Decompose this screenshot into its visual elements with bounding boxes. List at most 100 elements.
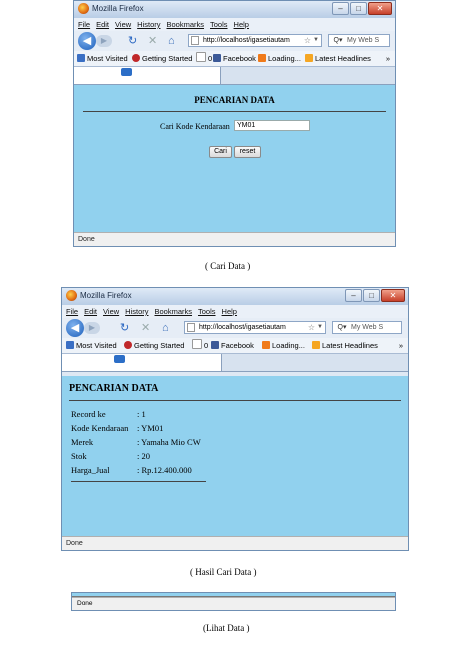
- status-bar: Done: [72, 597, 395, 610]
- record-value: : Yamaha Mio CW: [137, 437, 201, 447]
- maximize-icon[interactable]: □: [363, 289, 380, 302]
- bookmark-facebook[interactable]: Facebook: [213, 51, 256, 66]
- bookmark-label: 0: [204, 341, 209, 350]
- tab-active[interactable]: [62, 354, 222, 371]
- divider: [83, 111, 386, 112]
- minimize-icon[interactable]: –: [332, 2, 349, 15]
- menu-help[interactable]: Help: [234, 18, 249, 31]
- chevron-down-icon[interactable]: ▼: [317, 322, 323, 333]
- menu-edit[interactable]: Edit: [96, 18, 109, 31]
- maximize-icon[interactable]: □: [350, 2, 367, 15]
- bookmarks-toolbar: Most Visited Getting Started 0 Facebook …: [62, 338, 408, 354]
- menu-view[interactable]: View: [115, 18, 131, 31]
- divider: [71, 481, 206, 482]
- search-placeholder: My Web S: [347, 37, 380, 44]
- bookmark-getting-started[interactable]: Getting Started: [132, 51, 192, 66]
- record-value: : 1: [137, 409, 146, 419]
- page-icon: [196, 52, 206, 62]
- kode-kendaraan-label: Cari Kode Kendaraan: [160, 122, 230, 131]
- bookmark-page[interactable]: 0: [192, 338, 208, 353]
- back-arrow-icon[interactable]: ◀: [66, 319, 84, 337]
- divider: [69, 400, 401, 401]
- page-title: PENCARIAN DATA: [194, 95, 275, 105]
- stop-icon[interactable]: ✕: [148, 34, 157, 48]
- back-arrow-icon[interactable]: ◀: [78, 32, 96, 50]
- most-visited-icon: [77, 54, 85, 62]
- firefox-logo-icon: [78, 3, 89, 14]
- reload-icon[interactable]: ↻: [120, 321, 129, 335]
- bookmark-loading[interactable]: Loading...: [262, 338, 305, 353]
- reset-button[interactable]: reset: [234, 146, 261, 158]
- search-engine-icon[interactable]: Q▾: [329, 35, 347, 46]
- bookmark-label: Loading...: [272, 341, 305, 350]
- menu-bookmarks[interactable]: Bookmarks: [167, 18, 205, 31]
- status-bar: Done: [62, 536, 408, 550]
- menu-file[interactable]: File: [66, 305, 78, 318]
- reload-icon[interactable]: ↻: [128, 34, 137, 48]
- bookmark-latest-headlines[interactable]: Latest Headlines: [305, 51, 371, 66]
- menu-history[interactable]: History: [125, 305, 148, 318]
- cari-button[interactable]: Cari: [209, 146, 232, 158]
- getting-started-icon: [132, 54, 140, 62]
- bookmark-latest-headlines[interactable]: Latest Headlines: [312, 338, 378, 353]
- window-controls: – □ ✕: [332, 2, 392, 15]
- record-label: Merek: [71, 437, 94, 447]
- title-bar: Mozilla Firefox – □ ✕: [74, 1, 395, 19]
- window-title: Mozilla Firefox: [80, 291, 132, 300]
- bookmark-most-visited[interactable]: Most Visited: [66, 338, 117, 353]
- home-icon[interactable]: ⌂: [162, 321, 169, 335]
- rss-icon: [305, 54, 313, 62]
- close-icon[interactable]: ✕: [381, 289, 405, 302]
- window-title: Mozilla Firefox: [92, 4, 144, 13]
- menu-history[interactable]: History: [137, 18, 160, 31]
- record-label: Kode Kendaraan: [71, 423, 129, 433]
- stop-icon[interactable]: ✕: [141, 321, 150, 335]
- page-icon: [187, 323, 195, 332]
- bookmark-label: Most Visited: [76, 341, 117, 350]
- tab-strip: [62, 354, 408, 372]
- record-row-harga-jual: Harga_Jual: Rp.12.400.000: [71, 465, 192, 475]
- url-input[interactable]: http://localhost/igasetiautam ☆ ▼: [184, 321, 326, 334]
- bookmark-most-visited[interactable]: Most Visited: [77, 51, 128, 66]
- menu-file[interactable]: File: [78, 18, 90, 31]
- page-title: PENCARIAN DATA: [69, 383, 159, 394]
- bookmarks-more-chevron-icon[interactable]: »: [386, 51, 390, 66]
- firefox-logo-icon: [66, 290, 77, 301]
- star-icon[interactable]: ☆: [308, 322, 315, 333]
- bookmark-getting-started[interactable]: Getting Started: [124, 338, 184, 353]
- page-content: PENCARIAN DATA Cari Kode Kendaraan YM01 …: [74, 85, 395, 233]
- home-icon[interactable]: ⌂: [168, 34, 175, 48]
- search-input[interactable]: Q▾ My Web S: [328, 34, 390, 47]
- browser-window-search: Mozilla Firefox – □ ✕ File Edit View His…: [73, 0, 396, 247]
- bookmark-facebook[interactable]: Facebook: [211, 338, 254, 353]
- menu-help[interactable]: Help: [222, 305, 237, 318]
- bookmark-page[interactable]: 0: [196, 51, 212, 66]
- kode-kendaraan-input[interactable]: YM01: [234, 120, 310, 131]
- star-icon[interactable]: ☆: [304, 35, 311, 46]
- menu-bar: File Edit View History Bookmarks Tools H…: [74, 18, 395, 31]
- record-value: : YM01: [137, 423, 164, 433]
- menu-edit[interactable]: Edit: [84, 305, 97, 318]
- url-input[interactable]: http://localhost/igasetiautam ☆ ▼: [188, 34, 322, 47]
- bookmark-label: Loading...: [268, 54, 301, 63]
- page-icon: [192, 339, 202, 349]
- forward-arrow-icon[interactable]: ▶: [84, 322, 100, 334]
- bookmark-loading[interactable]: Loading...: [258, 51, 301, 66]
- menu-bookmarks[interactable]: Bookmarks: [155, 305, 193, 318]
- search-engine-icon[interactable]: Q▾: [333, 322, 351, 333]
- menu-view[interactable]: View: [103, 305, 119, 318]
- caption-cari-data: ( Cari Data ): [205, 261, 251, 271]
- close-icon[interactable]: ✕: [368, 2, 392, 15]
- search-input[interactable]: Q▾ My Web S: [332, 321, 402, 334]
- forward-arrow-icon[interactable]: ▶: [96, 35, 112, 47]
- title-bar: Mozilla Firefox – □ ✕: [62, 288, 408, 306]
- tab-active[interactable]: [74, 67, 221, 84]
- chevron-down-icon[interactable]: ▼: [313, 35, 319, 46]
- record-label: Harga_Jual: [71, 465, 110, 475]
- bookmarks-more-chevron-icon[interactable]: »: [399, 338, 403, 353]
- minimize-icon[interactable]: –: [345, 289, 362, 302]
- most-visited-icon: [66, 341, 74, 349]
- menu-tools[interactable]: Tools: [210, 18, 228, 31]
- page-content: PENCARIAN DATA Record ke: 1 Kode Kendara…: [62, 376, 408, 536]
- menu-tools[interactable]: Tools: [198, 305, 216, 318]
